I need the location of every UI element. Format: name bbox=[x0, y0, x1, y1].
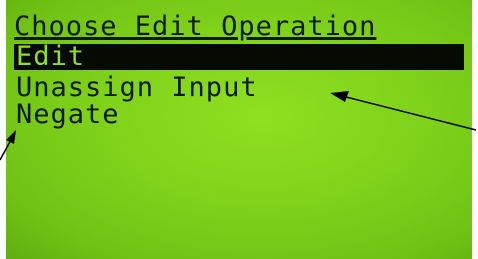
screen-title: Choose Edit Operation bbox=[14, 11, 377, 42]
menu-item-negate[interactable]: Negate bbox=[14, 101, 462, 128]
lcd-screen: Choose Edit Operation Edit Unassign Inpu… bbox=[6, 0, 472, 259]
menu-item-edit[interactable]: Edit bbox=[14, 43, 464, 70]
device-photo: Choose Edit Operation Edit Unassign Inpu… bbox=[0, 0, 478, 259]
menu-item-unassign-input[interactable]: Unassign Input bbox=[14, 74, 462, 101]
